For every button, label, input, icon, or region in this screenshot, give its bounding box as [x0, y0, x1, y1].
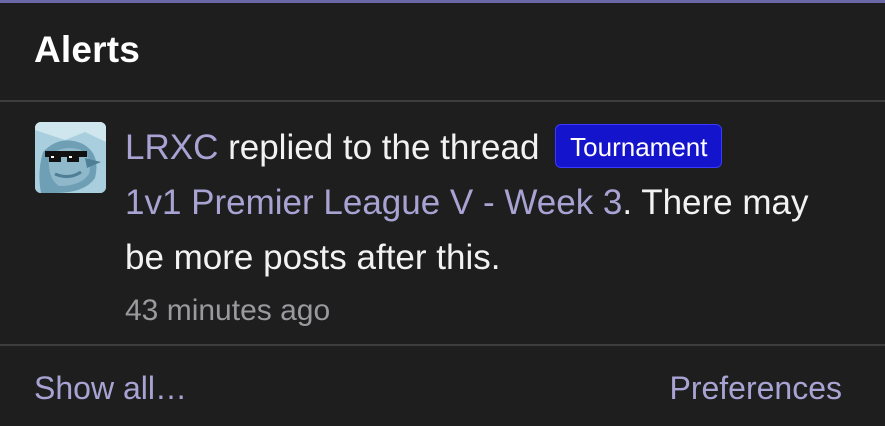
alerts-footer: Show all… Preferences	[0, 346, 885, 426]
list-item[interactable]: LRXC replied to the thread Tournament 1v…	[0, 102, 885, 346]
show-all-link[interactable]: Show all…	[34, 370, 187, 407]
alerts-header: Alerts	[0, 3, 885, 102]
user-link[interactable]: LRXC	[125, 128, 218, 167]
alert-action-text: replied to the thread	[218, 128, 550, 167]
alert-timestamp: 43 minutes ago	[125, 294, 331, 327]
thread-prefix-badge: Tournament	[555, 124, 723, 168]
preferences-link[interactable]: Preferences	[669, 370, 842, 407]
thread-link[interactable]: 1v1 Premier League V - Week 3	[125, 183, 622, 222]
avatar[interactable]	[35, 122, 106, 193]
alert-content: LRXC replied to the thread Tournament 1v…	[125, 120, 825, 331]
page-title: Alerts	[34, 29, 141, 70]
bird-with-sunglasses-avatar-icon	[35, 122, 106, 193]
alerts-panel: Alerts LRXC replied to the thread Tourna…	[0, 0, 885, 426]
